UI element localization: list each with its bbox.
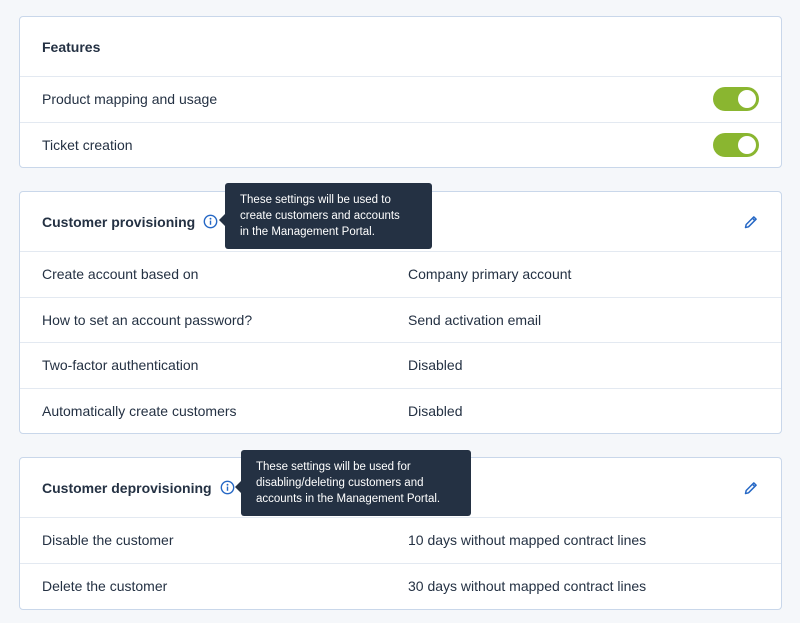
setting-value: Company primary account <box>408 266 572 283</box>
setting-label: Automatically create customers <box>42 403 237 420</box>
product-mapping-toggle[interactable] <box>713 87 759 112</box>
info-icon[interactable] <box>203 214 218 229</box>
setting-value: Disabled <box>408 357 463 374</box>
provisioning-tooltip: These settings will be used to create cu… <box>219 183 432 249</box>
setting-label: Disable the customer <box>42 532 174 549</box>
setting-value: Disabled <box>408 403 463 420</box>
feature-row-product-mapping: Product mapping and usage <box>20 77 781 123</box>
info-icon[interactable] <box>220 480 235 495</box>
features-card: Features Product mapping and usage Ticke… <box>19 16 782 168</box>
tooltip-line: disabling/deleting customers and <box>256 477 424 489</box>
pencil-icon[interactable] <box>743 214 759 230</box>
ticket-creation-toggle[interactable] <box>713 133 759 158</box>
table-row: How to set an account password? Send act… <box>20 298 781 343</box>
tooltip-line: create customers and accounts <box>240 210 400 222</box>
pencil-icon[interactable] <box>743 480 759 496</box>
provisioning-title: Customer provisioning <box>42 213 196 230</box>
features-title: Features <box>42 38 101 55</box>
toggle-knob <box>738 136 756 155</box>
setting-label: Delete the customer <box>42 578 168 595</box>
feature-label: Ticket creation <box>42 137 133 154</box>
deprovisioning-title: Customer deprovisioning <box>42 479 212 496</box>
feature-label: Product mapping and usage <box>42 91 218 108</box>
tooltip-line: These settings will be used to <box>240 194 391 206</box>
table-row: Two-factor authentication Disabled <box>20 343 781 389</box>
table-row: Automatically create customers Disabled <box>20 389 781 435</box>
tooltip-line: in the Management Portal. <box>240 226 375 238</box>
setting-value: 10 days without mapped contract lines <box>408 532 647 549</box>
toggle-knob <box>738 90 756 109</box>
setting-value: Send activation email <box>408 311 542 328</box>
setting-label: Two-factor authentication <box>42 357 199 374</box>
features-header: Features <box>20 17 781 77</box>
setting-label: Create account based on <box>42 266 199 283</box>
table-row: Disable the customer 10 days without map… <box>20 518 781 564</box>
deprovisioning-tooltip: These settings will be used for disablin… <box>235 450 471 516</box>
table-row: Create account based on Company primary … <box>20 252 781 298</box>
tooltip-line: accounts in the Management Portal. <box>256 493 441 505</box>
tooltip-line: These settings will be used for <box>256 461 411 473</box>
setting-label: How to set an account password? <box>42 311 253 328</box>
feature-row-ticket-creation: Ticket creation <box>20 123 781 169</box>
setting-value: 30 days without mapped contract lines <box>408 578 647 595</box>
table-row: Delete the customer 30 days without mapp… <box>20 564 781 610</box>
